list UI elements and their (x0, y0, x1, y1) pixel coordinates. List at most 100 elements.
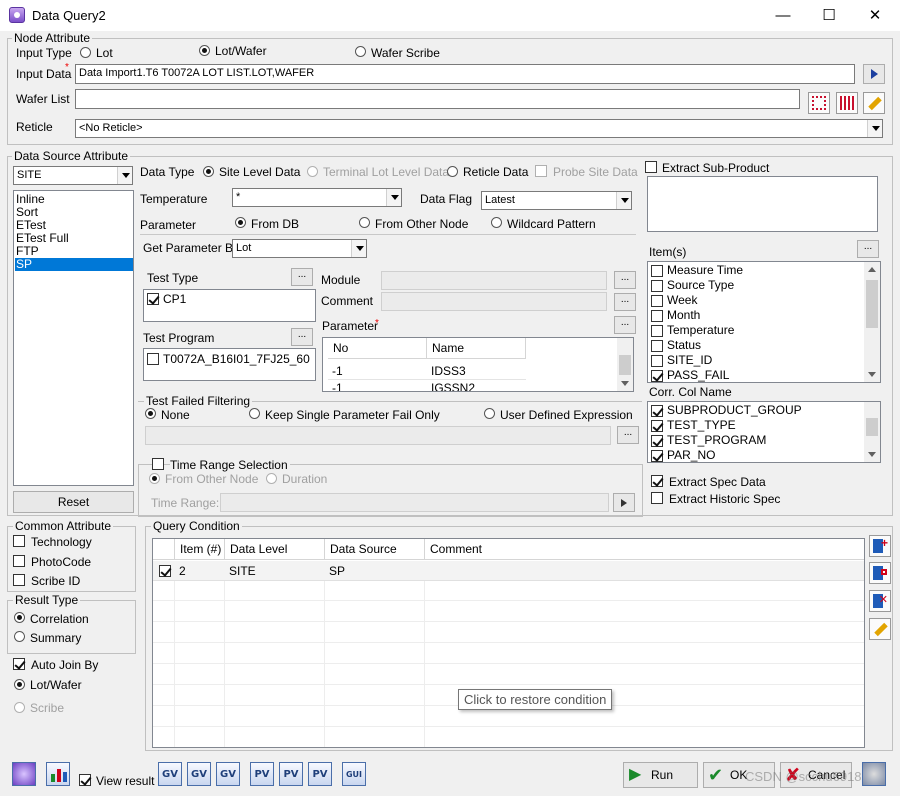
corr-col-checkbox[interactable] (651, 420, 663, 432)
tff-single-fail-radio[interactable] (249, 408, 260, 419)
column-header-comment[interactable]: Comment (425, 539, 864, 560)
test-program-list[interactable]: T0072A_B16I01_7FJ25_60 (143, 348, 316, 381)
wafer-list-field[interactable] (75, 89, 800, 109)
reticle-combo[interactable]: <No Reticle> (75, 119, 883, 138)
wafer-select-icon[interactable] (836, 92, 858, 114)
item-checkbox[interactable] (651, 280, 663, 292)
test-program-checkbox[interactable] (147, 353, 159, 365)
maximize-button[interactable]: ☐ (806, 0, 852, 31)
column-header-name[interactable]: Name (427, 338, 526, 359)
time-range-from-other-node-radio[interactable] (149, 473, 160, 484)
time-range-duration-radio[interactable] (266, 473, 277, 484)
gv-icon[interactable]: GV (158, 762, 182, 786)
gv-delete-icon[interactable]: GV (187, 762, 211, 786)
column-header-data-level[interactable]: Data Level (225, 539, 325, 560)
tff-none-radio[interactable] (145, 408, 156, 419)
join-lotwafer-radio[interactable] (14, 679, 25, 690)
list-item[interactable]: FTP (16, 245, 133, 258)
test-type-more-button[interactable]: ... (291, 268, 313, 286)
from-other-node-radio[interactable] (359, 217, 370, 228)
items-scrollbar[interactable] (864, 262, 880, 382)
site-level-radio[interactable] (203, 166, 214, 177)
table-row[interactable]: 2 SITE SP (153, 561, 864, 581)
data-flag-combo[interactable]: Latest (481, 191, 632, 210)
clear-eraser-icon[interactable] (863, 92, 885, 114)
extract-sub-product-checkbox[interactable] (645, 161, 657, 173)
gv-export-icon[interactable]: GV (216, 762, 240, 786)
probe-site-checkbox[interactable] (535, 165, 547, 177)
corr-col-scrollbar[interactable] (864, 402, 880, 462)
pv-icon[interactable]: PV (250, 762, 274, 786)
technology-checkbox[interactable] (13, 535, 25, 547)
delete-condition-icon[interactable]: ✕ (869, 590, 891, 612)
input-type-lotwafer-radio[interactable] (199, 45, 210, 56)
time-range-checkbox[interactable] (152, 458, 164, 470)
test-type-list[interactable]: CP1 (143, 289, 316, 322)
sub-product-box[interactable] (647, 176, 878, 232)
module-more-button[interactable]: ... (614, 271, 636, 289)
reticle-data-radio[interactable] (447, 166, 458, 177)
parameter-grid[interactable]: No Name -1 IDSS3 -1 IGSSN2 (322, 337, 634, 392)
minimize-button[interactable]: — (760, 0, 806, 31)
item-checkbox[interactable] (651, 325, 663, 337)
summary-radio[interactable] (14, 631, 25, 642)
item-checkbox[interactable] (651, 310, 663, 322)
run-button[interactable]: ▶ Run (623, 762, 698, 788)
row-checkbox[interactable] (159, 565, 171, 577)
help-icon[interactable] (862, 762, 886, 786)
list-item-selected[interactable]: SP (15, 258, 133, 271)
from-db-radio[interactable] (235, 217, 246, 228)
item-checkbox[interactable] (651, 340, 663, 352)
view-result-checkbox[interactable] (79, 774, 91, 786)
wildcard-pattern-radio[interactable] (491, 217, 502, 228)
item-checkbox[interactable] (651, 370, 663, 382)
item-checkbox[interactable] (651, 355, 663, 367)
input-data-field[interactable]: Data Import1.T6 T0072A LOT LIST.LOT,WAFE… (75, 64, 855, 84)
time-range-browse-button[interactable] (613, 493, 635, 512)
auto-join-checkbox[interactable] (13, 658, 25, 670)
join-scribe-radio[interactable] (14, 702, 25, 713)
data-source-list[interactable]: Inline Sort ETest ETest Full FTP SP (13, 190, 134, 486)
test-program-more-button[interactable]: ... (291, 328, 313, 346)
pv-export-icon[interactable]: PV (308, 762, 332, 786)
photocode-checkbox[interactable] (13, 555, 25, 567)
edit-condition-icon[interactable] (869, 562, 891, 584)
test-type-checkbox[interactable] (147, 293, 159, 305)
comment-more-button[interactable]: ... (614, 293, 636, 311)
source-level-combo[interactable]: SITE (13, 166, 133, 185)
temperature-combo[interactable]: * (232, 188, 402, 207)
items-list[interactable]: Measure Time Source Type Week Month Temp… (647, 261, 881, 383)
pv-delete-icon[interactable]: PV (279, 762, 303, 786)
settings-gear-icon[interactable] (12, 762, 36, 786)
parameter-more-button[interactable]: ... (614, 316, 636, 334)
tff-expression-more-button[interactable]: ... (617, 426, 639, 444)
column-header-no[interactable]: No (328, 338, 427, 359)
column-header-data-source[interactable]: Data Source (325, 539, 425, 560)
items-more-button[interactable]: ... (857, 240, 879, 258)
corr-col-checkbox[interactable] (651, 405, 663, 417)
corr-col-list[interactable]: SUBPRODUCT_GROUP TEST_TYPE TEST_PROGRAM … (647, 401, 881, 463)
correlation-radio[interactable] (14, 612, 25, 623)
item-checkbox[interactable] (651, 265, 663, 277)
close-button[interactable]: ✕ (852, 0, 898, 31)
chart-view-icon[interactable] (46, 762, 70, 786)
wafer-map-icon[interactable] (808, 92, 830, 114)
corr-col-checkbox[interactable] (651, 450, 663, 462)
corr-col-checkbox[interactable] (651, 435, 663, 447)
scribe-id-checkbox[interactable] (13, 574, 25, 586)
tff-user-defined-radio[interactable] (484, 408, 495, 419)
column-header-item[interactable]: Item (#) (175, 539, 225, 560)
query-condition-grid[interactable]: Item (#) Data Level Data Source Comment … (152, 538, 865, 748)
clear-condition-icon[interactable] (869, 618, 891, 640)
input-type-lot-radio[interactable] (80, 47, 91, 58)
input-data-browse-button[interactable] (863, 64, 885, 84)
extract-historic-spec-checkbox[interactable] (651, 492, 663, 504)
input-type-waferscribe-radio[interactable] (355, 46, 366, 57)
gui-icon[interactable]: GUI (342, 762, 366, 786)
extract-spec-checkbox[interactable] (651, 475, 663, 487)
terminal-lot-radio[interactable] (307, 166, 318, 177)
add-condition-icon[interactable]: + (869, 535, 891, 557)
reset-button[interactable]: Reset (13, 491, 134, 513)
get-parameter-by-combo[interactable]: Lot (232, 239, 367, 258)
item-checkbox[interactable] (651, 295, 663, 307)
